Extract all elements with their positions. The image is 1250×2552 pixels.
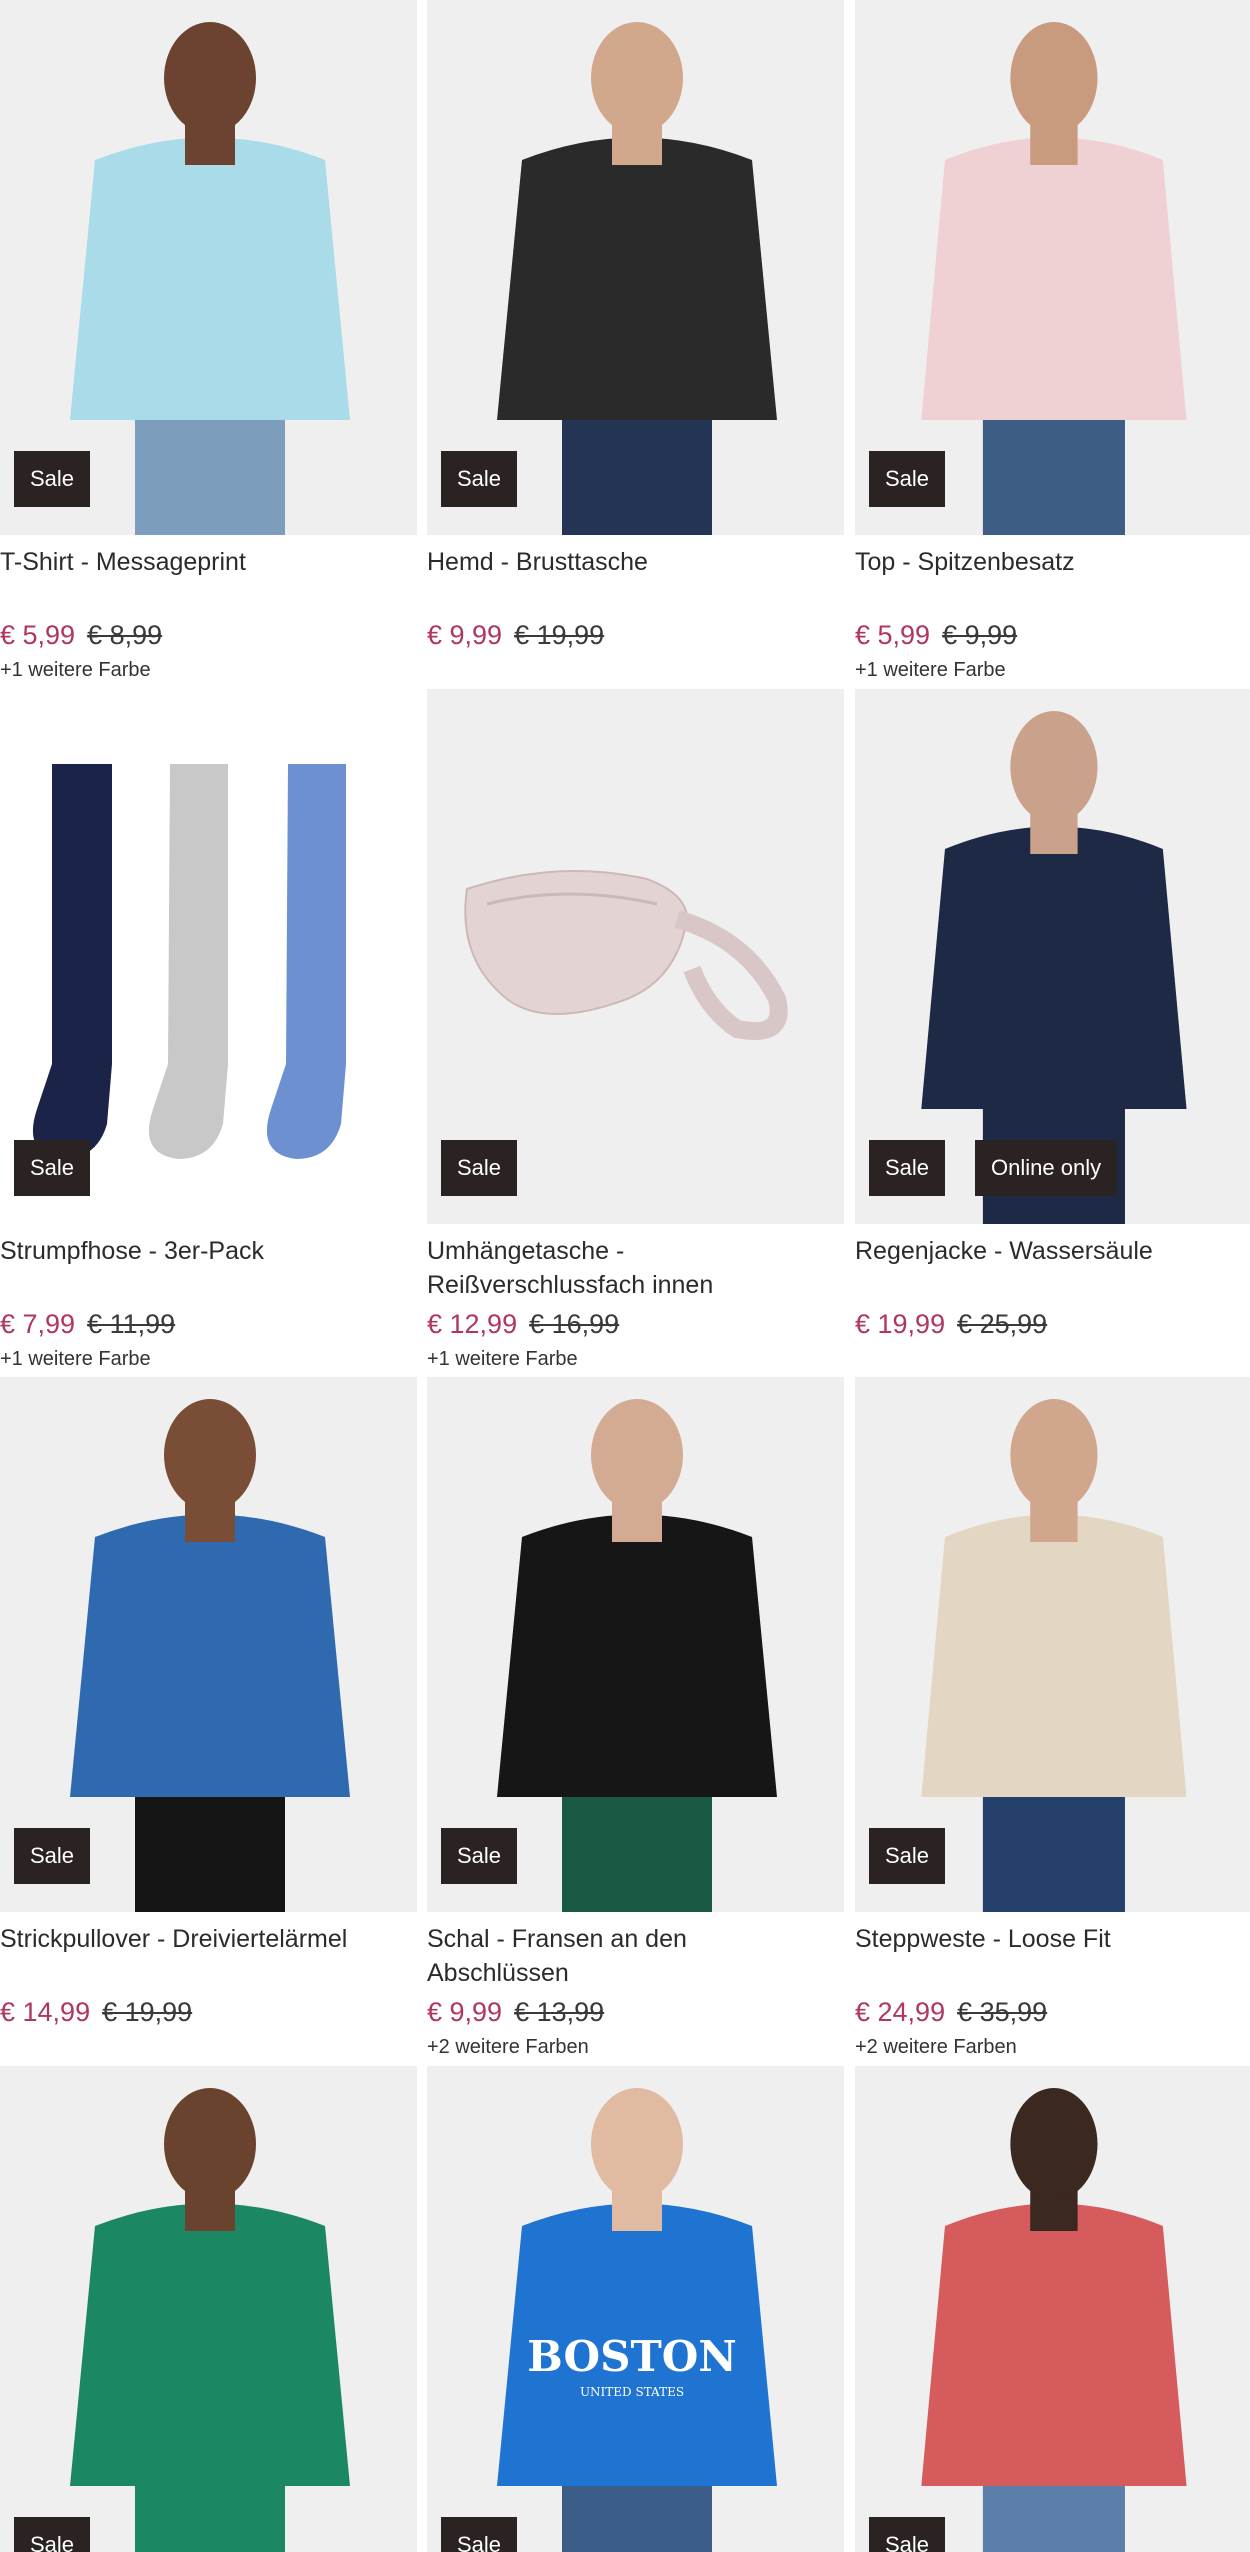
more-colors-label[interactable]: +1 weitere Farbe [855, 655, 1250, 685]
sale-badge: Sale [441, 451, 518, 507]
sale-badge: Sale [869, 2517, 946, 2552]
product-card[interactable]: Sale Steppweste - Loose Fit € 24,99 € 35,99… [855, 1377, 1250, 2062]
sale-badge: Sale [14, 1828, 91, 1884]
product-title[interactable]: Hemd - Brusttasche [427, 545, 844, 613]
sale-badge: Sale [441, 1140, 518, 1196]
sale-badge: Sale [869, 1828, 946, 1884]
badge-group: Sale [14, 1828, 91, 1884]
price-row: € 12,99 € 16,99 [427, 1306, 844, 1342]
price-row: € 9,99 € 19,99 [427, 617, 844, 653]
product-image[interactable]: Sale [855, 2066, 1250, 2552]
more-colors-label[interactable]: +2 weitere Farben [855, 2032, 1250, 2062]
sale-badge: Sale [441, 1828, 518, 1884]
product-image[interactable]: Sale [0, 1377, 417, 1912]
product-title[interactable]: T-Shirt - Messageprint [0, 545, 417, 613]
original-price: € 16,99 [529, 1309, 620, 1339]
badge-group: Sale [441, 1828, 518, 1884]
more-colors-label[interactable]: +1 weitere Farbe [427, 1344, 844, 1374]
boston-sub-print: UNITED STATES [580, 2385, 684, 2399]
original-price: € 9,99 [942, 620, 1018, 650]
model-illustration [0, 2066, 417, 2552]
current-price: € 5,99 [0, 620, 76, 650]
product-title[interactable]: Regenjacke - Wassersäule [855, 1234, 1250, 1302]
badge-group: Sale [869, 2517, 946, 2552]
sale-badge: Sale [869, 451, 946, 507]
current-price: € 12,99 [427, 1309, 518, 1339]
product-card[interactable]: Sale [855, 2066, 1250, 2552]
product-image[interactable]: Sale [427, 0, 844, 535]
boston-print: BOSTON [527, 2332, 736, 2381]
current-price: € 19,99 [855, 1309, 946, 1339]
badge-group: Sale [441, 2517, 518, 2552]
original-price: € 25,99 [957, 1309, 1048, 1339]
original-price: € 35,99 [957, 1997, 1048, 2027]
price-row: € 5,99 € 9,99 [855, 617, 1250, 653]
product-title[interactable]: Strickpullover - Dreiviertelärmel [0, 1922, 417, 1990]
product-title[interactable]: Steppweste - Loose Fit [855, 1922, 1250, 1990]
product-card[interactable]: Sale Strumpfhose - 3er-Pack € 7,99 € 11,99 +… [0, 689, 417, 1374]
badge-group: Sale [869, 1828, 946, 1884]
current-price: € 14,99 [0, 1997, 91, 2027]
product-image[interactable]: Sale [855, 1377, 1250, 1912]
model-illustration: BOSTON UNITED STATES [427, 2066, 844, 2552]
current-price: € 9,99 [427, 620, 503, 650]
product-image[interactable]: Sale Online only [855, 689, 1250, 1224]
original-price: € 8,99 [87, 620, 163, 650]
original-price: € 19,99 [514, 620, 605, 650]
product-card[interactable]: Sale T-Shirt - Messageprint € 5,99 € 8,99 +1… [0, 0, 417, 685]
sale-badge: Sale [441, 2517, 518, 2552]
badge-group: Sale [14, 451, 91, 507]
product-card[interactable]: Sale Strickpullover - Dreiviertelärmel € 1… [0, 1377, 417, 2032]
price-row: € 19,99 € 25,99 [855, 1306, 1250, 1342]
badge-group: Sale [14, 2517, 91, 2552]
product-title[interactable]: Top - Spitzenbesatz [855, 545, 1250, 613]
price-row: € 7,99 € 11,99 [0, 1306, 417, 1342]
price-row: € 14,99 € 19,99 [0, 1994, 417, 2030]
product-card[interactable]: Sale Online only Regenjacke - Wassersäule €… [855, 689, 1250, 1344]
model-illustration [855, 2066, 1250, 2552]
product-image[interactable]: Sale [0, 0, 417, 535]
product-card[interactable]: Sale [0, 2066, 417, 2552]
online-only-badge: Online only [975, 1140, 1118, 1196]
product-image[interactable]: BOSTON UNITED STATES Sale [427, 2066, 844, 2552]
price-row: € 24,99 € 35,99 [855, 1994, 1250, 2030]
price-row: € 9,99 € 13,99 [427, 1994, 844, 2030]
badge-group: Sale Online only [869, 1140, 1118, 1196]
product-image[interactable]: Sale [0, 2066, 417, 2552]
product-image[interactable]: Sale [427, 1377, 844, 1912]
badge-group: Sale [441, 1140, 518, 1196]
product-image[interactable]: Sale [855, 0, 1250, 535]
badge-group: Sale [441, 451, 518, 507]
product-image[interactable]: Sale [427, 689, 844, 1224]
product-card[interactable]: Sale Hemd - Brusttasche € 9,99 € 19,99 [427, 0, 844, 655]
current-price: € 7,99 [0, 1309, 76, 1339]
original-price: € 19,99 [102, 1997, 193, 2027]
current-price: € 24,99 [855, 1997, 946, 2027]
product-title[interactable]: Strumpfhose - 3er-Pack [0, 1234, 417, 1302]
product-image[interactable]: Sale [0, 689, 417, 1224]
current-price: € 5,99 [855, 620, 931, 650]
product-title[interactable]: Umhängetasche - Reißverschlussfach innen [427, 1234, 844, 1302]
sale-badge: Sale [869, 1140, 946, 1196]
product-title[interactable]: Schal - Fransen an den Abschlüssen [427, 1922, 844, 1990]
current-price: € 9,99 [427, 1997, 503, 2027]
sale-badge: Sale [14, 1140, 91, 1196]
price-row: € 5,99 € 8,99 [0, 617, 417, 653]
original-price: € 13,99 [514, 1997, 605, 2027]
product-card[interactable]: Sale Umhängetasche - Reißverschlussfach i… [427, 689, 844, 1374]
product-card[interactable]: Sale Top - Spitzenbesatz € 5,99 € 9,99 +1 we… [855, 0, 1250, 685]
more-colors-label[interactable]: +2 weitere Farben [427, 2032, 844, 2062]
product-card[interactable]: Sale Schal - Fransen an den Abschlüssen € … [427, 1377, 844, 2062]
sale-badge: Sale [14, 451, 91, 507]
product-grid: Sale T-Shirt - Messageprint € 5,99 € 8,99 +1… [0, 0, 1250, 2552]
more-colors-label[interactable]: +1 weitere Farbe [0, 655, 417, 685]
badge-group: Sale [14, 1140, 91, 1196]
more-colors-label[interactable]: +1 weitere Farbe [0, 1344, 417, 1374]
product-card[interactable]: BOSTON UNITED STATES Sale [427, 2066, 844, 2552]
original-price: € 11,99 [87, 1309, 176, 1339]
sale-badge: Sale [14, 2517, 91, 2552]
badge-group: Sale [869, 451, 946, 507]
